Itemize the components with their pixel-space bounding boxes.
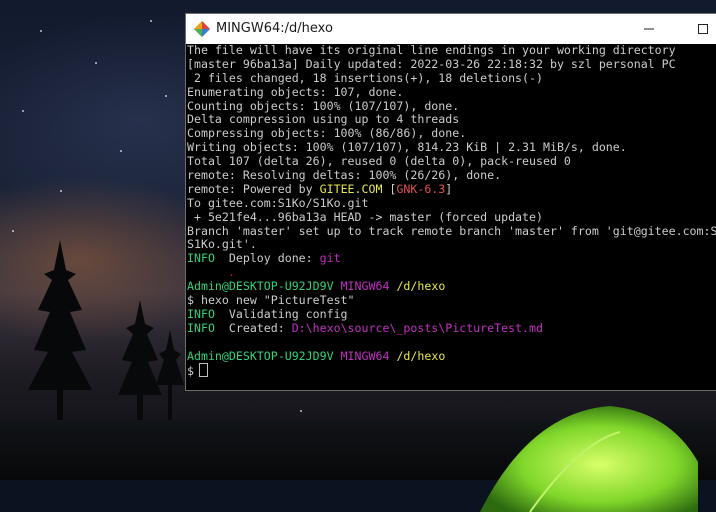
prompt-line: Admin@DESKTOP-U92JD9V MINGW64 /d/hexo bbox=[186, 350, 716, 364]
prompt-env: MINGW64 bbox=[340, 280, 390, 294]
title-bar[interactable]: MINGW64:/d/hexo bbox=[186, 14, 716, 44]
star bbox=[150, 20, 152, 22]
glowing-tent bbox=[480, 406, 698, 512]
input-prompt: $ bbox=[187, 364, 194, 378]
powered-by-line: remote: Powered by GITEE.COM [GNK-6.3] bbox=[186, 183, 716, 197]
input-line[interactable]: $ bbox=[186, 363, 716, 378]
star bbox=[165, 95, 167, 97]
prompt-path: /d/hexo bbox=[396, 349, 446, 363]
gitee-brand: GITEE.COM bbox=[319, 182, 383, 196]
command-line: $ hexo new "PictureTest" bbox=[187, 294, 355, 308]
deploy-text: Deploy done: bbox=[214, 252, 320, 266]
output-line: Counting objects: 100% (107/107), done. bbox=[187, 99, 460, 113]
prompt-path: /d/hexo bbox=[396, 280, 446, 294]
info-created-line: INFO Created: D:\hexo\source\_posts\Pict… bbox=[186, 322, 716, 336]
created-text: Created: bbox=[214, 321, 292, 335]
created-path: D:\hexo\source\_posts\PictureTest.md bbox=[291, 321, 543, 335]
prompt-user-host: Admin@DESKTOP-U92JD9V bbox=[187, 349, 334, 363]
stray-line: . bbox=[186, 266, 716, 280]
deploy-target: git bbox=[319, 252, 341, 266]
output-line: Delta compression using up to 4 threads bbox=[187, 113, 460, 127]
star bbox=[120, 150, 122, 152]
prompt-line: Admin@DESKTOP-U92JD9V MINGW64 /d/hexo bbox=[186, 280, 716, 294]
minimize-icon bbox=[644, 28, 654, 30]
output-line: 2 files changed, 18 insertions(+), 18 de… bbox=[187, 71, 543, 85]
output-line: To gitee.com:S1Ko/S1Ko.git bbox=[187, 196, 369, 210]
prompt-user-host: Admin@DESKTOP-U92JD9V bbox=[187, 280, 334, 294]
terminal-window[interactable]: MINGW64:/d/hexo The file will have its o… bbox=[186, 14, 716, 390]
output-line: [master 96ba13a] Daily updated: 2022-03-… bbox=[187, 57, 676, 71]
git-bash-icon bbox=[194, 21, 210, 37]
deploy-line: INFO Deploy done: git bbox=[186, 252, 716, 266]
maximize-icon bbox=[698, 24, 708, 34]
output-line: Writing objects: 100% (107/107), 814.23 … bbox=[187, 141, 627, 155]
info-tag: INFO bbox=[187, 307, 215, 321]
pine-tree-silhouette bbox=[28, 240, 92, 430]
output-line: The file will have its original line end… bbox=[187, 44, 676, 57]
gnk-version: GNK-6.3 bbox=[396, 182, 446, 196]
prompt-env: MINGW64 bbox=[340, 349, 390, 363]
info-tag: INFO bbox=[187, 252, 215, 266]
terminal-output[interactable]: The file will have its original line end… bbox=[186, 44, 716, 390]
minimize-button[interactable] bbox=[626, 14, 672, 44]
star bbox=[300, 410, 302, 412]
star bbox=[60, 190, 62, 192]
powered-prefix: remote: Powered by bbox=[187, 182, 320, 196]
window-title: MINGW64:/d/hexo bbox=[216, 21, 333, 36]
star bbox=[12, 230, 14, 232]
star bbox=[22, 110, 24, 112]
output-line: + 5e21fe4...96ba13a HEAD -> master (forc… bbox=[187, 210, 543, 224]
output-line: Compressing objects: 100% (86/86), done. bbox=[187, 127, 467, 141]
output-line: Enumerating objects: 107, done. bbox=[187, 85, 404, 99]
bracket-open: [ bbox=[382, 182, 397, 196]
bracket-close: ] bbox=[445, 182, 453, 196]
info-tag: INFO bbox=[187, 321, 215, 335]
output-line: Branch 'master' set up to track remote b… bbox=[187, 224, 716, 238]
output-line: S1Ko.git'. bbox=[187, 238, 257, 252]
info-validating-line: INFO Validating config bbox=[186, 308, 716, 322]
validating-text: Validating config bbox=[214, 307, 348, 321]
star bbox=[40, 30, 42, 32]
output-line: Total 107 (delta 26), reused 0 (delta 0)… bbox=[187, 155, 571, 169]
text-cursor[interactable] bbox=[198, 363, 208, 378]
star bbox=[95, 62, 97, 64]
stray-dot: . bbox=[228, 266, 235, 280]
maximize-button[interactable] bbox=[680, 14, 716, 44]
output-line: remote: Resolving deltas: 100% (26/26), … bbox=[187, 169, 502, 183]
